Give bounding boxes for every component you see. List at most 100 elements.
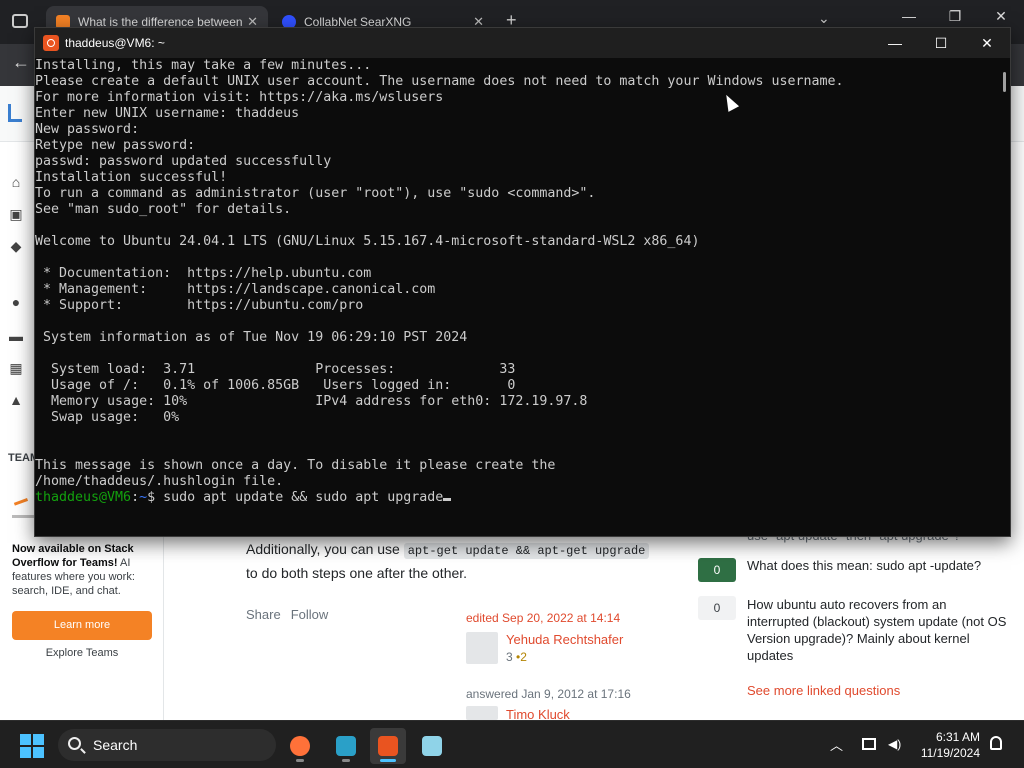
terminal-line: Installation successful! xyxy=(35,170,228,185)
terminal-line: * Support: https://ubuntu.com/pro xyxy=(35,298,364,313)
clock-date: 11/19/2024 xyxy=(920,746,980,760)
ubuntu-icon[interactable] xyxy=(43,35,59,51)
home-icon[interactable]: ⌂ xyxy=(8,174,24,190)
back-arrow-icon[interactable]: ← xyxy=(12,52,30,73)
notepad-icon xyxy=(422,736,442,756)
learn-more-button[interactable]: Learn more xyxy=(12,611,152,640)
minimize-button[interactable]: — xyxy=(872,28,918,58)
terminal-output[interactable]: Installing, this may take a few minutes.… xyxy=(35,58,995,536)
running-indicator xyxy=(296,759,304,762)
terminal-line: Enter new UNIX username: thaddeus xyxy=(35,106,300,121)
terminal-line: New password: xyxy=(35,122,140,137)
edited-timestamp[interactable]: edited Sep 20, 2022 at 14:14 xyxy=(466,611,620,625)
terminal-line: Memory usage: 10% IPv4 address for eth0:… xyxy=(35,394,588,409)
terminal-line: * Documentation: https://help.ubuntu.com xyxy=(35,266,372,281)
answer-text-after: to do both steps one after the other. xyxy=(246,565,468,581)
terminal-prompt-line[interactable]: thaddeus@VM6:~$ sudo apt update && sudo … xyxy=(35,490,995,506)
questions-icon[interactable]: ▣ xyxy=(8,206,24,222)
prompt-path: ~ xyxy=(139,490,148,505)
follow-link[interactable]: Follow xyxy=(291,607,329,622)
see-more-linked-link[interactable]: See more linked questions xyxy=(747,683,900,698)
answer-text: Additionally, you can use xyxy=(246,541,404,557)
terminal-scrollbar[interactable] xyxy=(1003,72,1006,92)
terminal-title-bar[interactable]: thaddeus@VM6: ~ — ☐ ✕ xyxy=(35,28,1010,58)
jobs-icon[interactable]: ▬ xyxy=(8,328,24,344)
answer-code: apt-get update && apt-get upgrade xyxy=(403,543,650,559)
text-cursor xyxy=(443,498,452,501)
taskbar-clock[interactable]: 6:31 AM 11/19/2024 xyxy=(910,729,980,761)
typed-command: sudo apt update && sudo apt upgrade xyxy=(163,490,444,505)
linked-question-score: 0 xyxy=(698,558,736,582)
users-icon[interactable]: ● xyxy=(8,294,24,310)
prompt-user: thaddeus@VM6 xyxy=(35,490,132,505)
terminal-line: Retype new password: xyxy=(35,138,196,153)
prompt-sep: : xyxy=(131,490,140,505)
running-indicator xyxy=(342,759,350,762)
volume-icon[interactable]: ◀) xyxy=(888,737,901,751)
promo-title: Now available on Stack Overflow for Team… xyxy=(12,543,134,569)
linked-question-score: 0 xyxy=(698,596,736,620)
code-editor-icon xyxy=(336,736,356,756)
taskbar-search[interactable]: Search xyxy=(58,729,276,761)
linked-question[interactable]: How ubuntu auto recovers from an interru… xyxy=(747,596,1007,664)
collectives-icon[interactable]: ▲ xyxy=(8,392,24,408)
editor-name[interactable]: Yehuda Rechtshafer xyxy=(506,632,623,647)
post-menu: Share Follow xyxy=(246,607,338,622)
taskbar-app-notepad[interactable] xyxy=(414,728,450,764)
taskbar-app-code-editor[interactable] xyxy=(328,728,364,764)
taskbar-app-firefox[interactable] xyxy=(282,728,318,764)
terminal-line: System information as of Tue Nov 19 06:2… xyxy=(35,330,468,345)
editor-avatar[interactable] xyxy=(466,632,498,664)
terminal-line: passwd: password updated successfully xyxy=(35,154,332,169)
terminal-line: Swap usage: 0% xyxy=(35,410,180,425)
terminal-line: Installing, this may take a few minutes.… xyxy=(35,58,372,73)
maximize-button[interactable]: ☐ xyxy=(918,28,964,58)
show-hidden-icons-chevron-icon[interactable]: ︿ xyxy=(830,735,843,754)
windows-logo-icon xyxy=(20,734,31,745)
notification-bell-icon[interactable] xyxy=(990,736,1002,750)
firefox-icon xyxy=(290,736,310,756)
terminal-title: thaddeus@VM6: ~ xyxy=(65,36,165,50)
terminal-line: * Management: https://landscape.canonica… xyxy=(35,282,436,297)
close-icon[interactable]: ✕ xyxy=(978,8,1024,25)
companies-icon[interactable]: ▦ xyxy=(8,360,24,376)
search-icon xyxy=(68,737,81,750)
reputation-score: 3 xyxy=(506,650,513,664)
bronze-badge: •2 xyxy=(516,650,527,664)
menu-icon[interactable] xyxy=(8,104,22,122)
answered-timestamp: answered Jan 9, 2012 at 17:16 xyxy=(466,687,631,701)
editor-reputation: 3 •2 xyxy=(506,650,527,664)
browser-window-controls: — ❐ ✕ xyxy=(886,8,1024,25)
terminal-line: For more information visit: https://aka.… xyxy=(35,90,444,105)
explore-teams-link[interactable]: Explore Teams xyxy=(12,647,152,659)
teams-promo-text: Now available on Stack Overflow for Team… xyxy=(12,542,154,598)
terminal-line: See "man sudo_root" for details. xyxy=(35,202,292,217)
terminal-window[interactable]: thaddeus@VM6: ~ — ☐ ✕ Installing, this m… xyxy=(34,27,1011,537)
answer-body: Additionally, you can use apt-get update… xyxy=(246,538,676,584)
restore-icon[interactable]: ❐ xyxy=(932,8,978,25)
terminal-line: System load: 3.71 Processes: 33 xyxy=(35,362,516,377)
chevron-down-icon[interactable]: ⌄ xyxy=(818,10,830,27)
prompt-symbol: $ xyxy=(147,490,164,505)
tab-list-icon[interactable] xyxy=(12,14,28,28)
terminal-line: /home/thaddeus/.hushlogin file. xyxy=(35,474,284,489)
taskbar: Search ︿ ◀) 6:31 AM 11/19/2024 xyxy=(0,720,1024,768)
terminal-line: Welcome to Ubuntu 24.04.1 LTS (GNU/Linux… xyxy=(35,234,700,249)
answerer-avatar[interactable] xyxy=(466,706,498,720)
terminal-line: This message is shown once a day. To dis… xyxy=(35,458,556,473)
minimize-icon[interactable]: — xyxy=(886,8,932,24)
share-link[interactable]: Share xyxy=(246,607,281,622)
start-button[interactable] xyxy=(20,734,44,758)
close-button[interactable]: ✕ xyxy=(964,28,1010,58)
terminal-line: Usage of /: 0.1% of 1006.85GB Users logg… xyxy=(35,378,516,393)
stackoverflow-logo-icon xyxy=(12,498,34,518)
tags-icon[interactable]: ◆ xyxy=(8,238,24,254)
linked-question[interactable]: What does this mean: sudo apt -update? xyxy=(747,557,1007,574)
taskbar-app-ubuntu[interactable] xyxy=(370,728,406,764)
network-icon[interactable] xyxy=(862,738,876,750)
search-label: Search xyxy=(93,737,138,753)
